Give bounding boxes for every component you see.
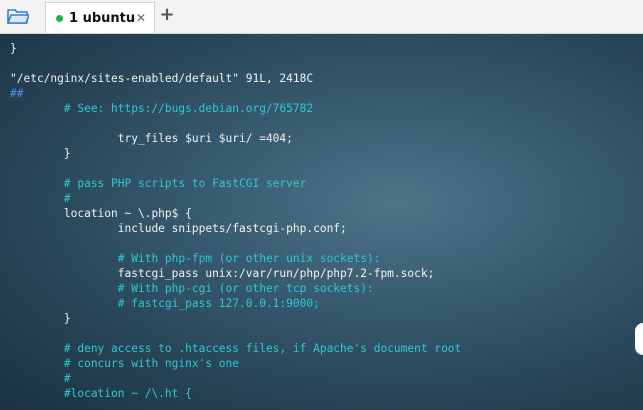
terminal-line: # pass PHP scripts to FastCGI server — [10, 177, 307, 190]
terminal-output: } "/etc/nginx/sites-enabled/default" 91L,… — [10, 41, 461, 401]
close-icon[interactable]: ✕ — [136, 11, 146, 25]
terminal-line: ## — [10, 87, 24, 100]
terminal-line: "/etc/nginx/sites-enabled/default" 91L, … — [10, 72, 314, 85]
terminal-line: # See: https://bugs.debian.org/765782 — [10, 102, 314, 115]
terminal-line: try_files $uri $uri/ =404; — [10, 132, 293, 145]
terminal-line: #location ~ /\.ht { — [10, 387, 192, 400]
tab-label: 1 ubuntu — [69, 10, 136, 26]
folder-icon[interactable] — [6, 6, 30, 26]
terminal-line: } — [10, 42, 17, 55]
terminal-line: # concurs with nginx's one — [10, 357, 240, 370]
tab-ubuntu[interactable]: 1 ubuntu ✕ — [45, 2, 155, 33]
add-tab-icon[interactable]: + — [158, 5, 176, 25]
terminal-line: # — [10, 372, 71, 385]
tab-bar: 1 ubuntu ✕ + — [0, 0, 643, 34]
terminal-line: # fastcgi_pass 127.0.0.1:9000; — [10, 297, 320, 310]
terminal-line: include snippets/fastcgi-php.conf; — [10, 222, 347, 235]
terminal-line: # With php-fpm (or other unix sockets): — [10, 252, 381, 265]
connection-status-icon — [56, 14, 63, 22]
terminal-line: # With php-cgi (or other tcp sockets): — [10, 282, 374, 295]
terminal-line: } — [10, 147, 71, 160]
scroll-handle[interactable] — [635, 323, 643, 355]
terminal-line: location ~ \.php$ { — [10, 207, 192, 220]
terminal-line: } — [10, 312, 71, 325]
terminal-view[interactable]: } "/etc/nginx/sites-enabled/default" 91L,… — [0, 34, 643, 410]
terminal-line: # — [10, 192, 71, 205]
terminal-line: # deny access to .htaccess files, if Apa… — [10, 342, 462, 355]
terminal-line: fastcgi_pass unix:/var/run/php/php7.2-fp… — [10, 267, 435, 280]
